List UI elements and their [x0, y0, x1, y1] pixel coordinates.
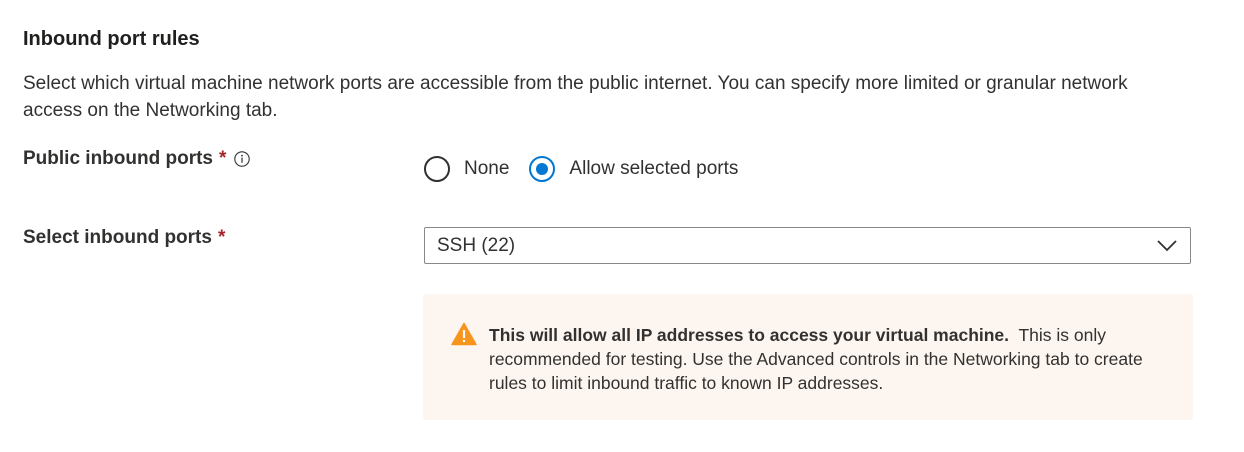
radio-option-none[interactable]: None [424, 156, 509, 182]
radio-button-none[interactable] [424, 156, 450, 182]
public-inbound-ports-label-text: Public inbound ports [23, 148, 213, 169]
dropdown-selected-value: SSH (22) [437, 234, 516, 256]
radio-option-allow-selected-ports[interactable]: Allow selected ports [529, 156, 738, 182]
radio-label-none: None [464, 158, 510, 179]
select-inbound-ports-label-text: Select inbound ports [23, 227, 212, 248]
select-inbound-ports-dropdown[interactable]: SSH (22) [424, 227, 1191, 264]
warning-bold-text: This will allow all IP addresses to acce… [489, 325, 1010, 345]
radio-label-allow-selected-ports: Allow selected ports [569, 158, 739, 179]
info-icon[interactable] [234, 151, 251, 167]
section-description: Select which virtual machine network por… [23, 73, 1128, 121]
select-inbound-ports-label: Select inbound ports * [23, 227, 225, 249]
required-mark: * [218, 148, 227, 169]
public-inbound-ports-radio-group: None Allow selected ports [424, 156, 758, 182]
section-title: Inbound port rules [23, 28, 200, 50]
radio-selected-dot [536, 163, 549, 175]
chevron-down-icon[interactable] [1156, 239, 1178, 253]
public-inbound-ports-label: Public inbound ports * [23, 148, 251, 170]
required-mark: * [217, 227, 226, 248]
warning-icon [451, 322, 477, 346]
warning-text: This will allow all IP addresses to acce… [489, 323, 1169, 395]
radio-button-allow-selected-ports[interactable] [529, 156, 556, 182]
warning-message-bar: This will allow all IP addresses to acce… [423, 294, 1193, 420]
